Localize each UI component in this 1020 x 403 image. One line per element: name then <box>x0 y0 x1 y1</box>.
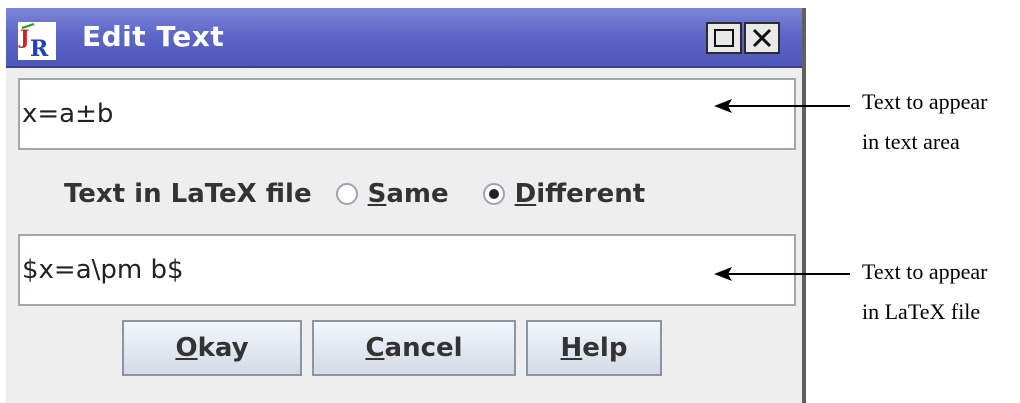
dialog-title: Edit Text <box>82 20 225 53</box>
radio-same[interactable]: Same <box>335 179 449 209</box>
svg-text:R: R <box>30 36 49 60</box>
okay-button[interactable]: Okay <box>122 320 302 376</box>
text-area-annotation: Text to appear in text area <box>862 82 988 162</box>
annotation-line: in LaTeX file <box>862 299 981 324</box>
latex-text-input[interactable]: $x=a\pm b$ <box>18 234 796 306</box>
cancel-button[interactable]: Cancel <box>312 320 516 376</box>
radio-different-label: Different <box>514 179 646 209</box>
radio-same-label: Same <box>367 179 449 209</box>
text-area-input[interactable]: x=a±b <box>18 78 796 150</box>
close-icon <box>752 28 772 48</box>
radio-different[interactable]: Different <box>482 179 646 209</box>
maximize-icon <box>714 29 734 47</box>
latex-text-radio-group: Text in LaTeX file Same Different <box>64 174 679 214</box>
maximize-button[interactable] <box>706 22 742 54</box>
latex-file-annotation: Text to appear in LaTeX file <box>862 252 988 332</box>
latex-app-icon: J R <box>18 22 56 60</box>
radio-same-indicator[interactable] <box>335 183 358 205</box>
title-bar[interactable]: J R Edit Text <box>6 8 802 68</box>
edit-text-dialog: J R Edit Text x=a±b Text in LaTeX file S… <box>6 8 806 403</box>
annotation-line: in text area <box>862 129 960 154</box>
svg-text:J: J <box>18 25 29 49</box>
close-button[interactable] <box>744 22 780 54</box>
radio-different-indicator[interactable] <box>482 183 505 205</box>
radio-group-label: Text in LaTeX file <box>64 179 312 209</box>
arrow-left-icon <box>714 267 850 281</box>
help-button[interactable]: Help <box>526 320 662 376</box>
arrow-left-icon <box>714 99 850 113</box>
annotation-line: Text to appear <box>862 89 988 114</box>
annotation-line: Text to appear <box>862 259 988 284</box>
